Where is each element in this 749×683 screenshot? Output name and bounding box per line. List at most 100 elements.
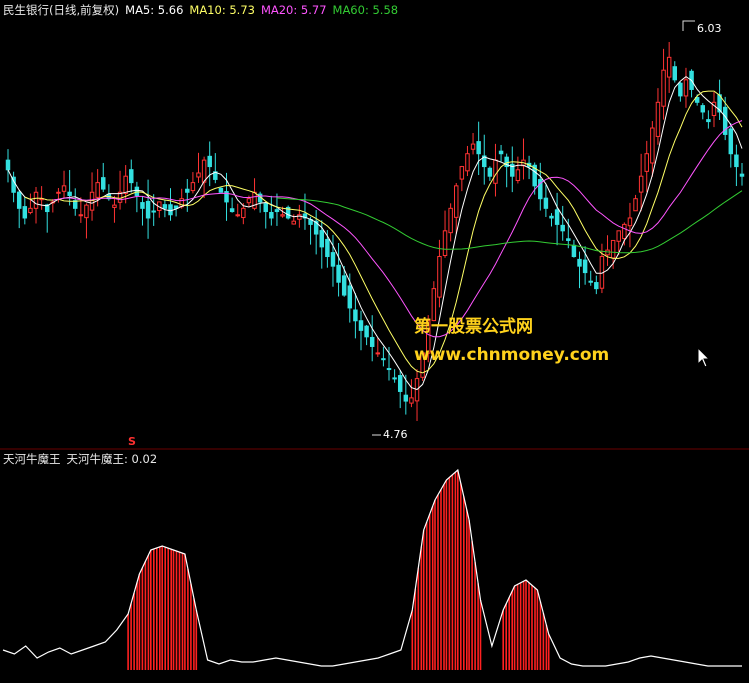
candle-body [353,309,358,322]
candle-body [33,191,39,209]
indicator-name: 天河牛魔王 [3,452,61,466]
candle-body [454,185,459,218]
candle-body [375,352,381,355]
candle-body [291,220,296,225]
candle-body [448,207,453,234]
candle-body [465,153,470,172]
indicator-panel-header: 天河牛魔王 天河牛魔王: 0.02 [3,452,163,466]
candle-body [89,191,95,211]
candle-body [588,280,593,283]
low-price-label: 4.76 [383,428,408,441]
candle-body [610,239,616,259]
candle-body [728,128,734,155]
candle-body [734,154,739,168]
candle-body [112,204,117,208]
candle-body [5,159,11,171]
ma5-label: MA5: 5.66 [125,3,184,17]
candle-body [582,259,588,274]
chart-background [0,0,749,683]
candle-body [218,187,224,193]
candle-body [241,207,246,219]
candle-body [145,200,151,219]
candle-body [459,166,465,180]
candle-body [650,127,655,164]
candle-body [683,79,689,97]
candle-body [201,159,207,183]
candle-body [95,182,100,198]
candle-body [437,256,442,298]
candle-body [140,202,145,209]
candle-body [190,182,196,192]
candle-body [381,358,386,361]
candle-body [397,375,403,392]
candle-body [700,105,706,113]
ma20-label: MA20: 5.77 [260,3,327,17]
candle-body [655,101,661,137]
candle-body [661,69,666,107]
candle-body [269,211,274,219]
candle-body [364,325,369,338]
stock-chart [0,0,749,683]
candle-body [560,224,565,232]
candle-body [577,258,582,267]
candle-body [297,214,302,220]
candle-body [207,155,212,168]
ma60-label: MA60: 5.58 [332,3,399,17]
candle-body [330,252,336,267]
candle-body [678,82,683,97]
candle-body [319,230,325,248]
candle-body [263,203,268,213]
watermark-url: www.chnmoney.com [414,345,610,365]
candle-body [498,150,504,155]
candle-body [84,204,89,219]
candle-body [56,191,61,194]
high-price-label: 6.03 [697,22,722,35]
watermark-title: 第一股票公式网 [414,317,533,337]
candle-body [280,214,285,217]
candle-body [61,185,67,192]
candle-body [403,394,409,402]
candle-body [616,230,621,242]
candle-body [185,188,190,193]
mouse-pointer-icon [697,347,711,368]
candle-body [235,214,240,217]
candle-body [123,175,128,194]
candle-body [347,285,353,309]
candle-body [666,56,672,78]
indicator-value: 天河牛魔王: 0.02 [66,452,158,466]
candle-body [487,167,493,177]
candle-body [493,159,498,184]
candle-body [644,153,649,172]
candle-body [22,206,28,219]
chart-title: 民生银行(日线,前复权) [3,3,120,17]
candle-body [386,368,392,371]
candle-body [571,244,577,258]
candle-body [274,209,280,213]
candle-body [101,177,106,190]
candle-body [442,230,448,256]
candle-body [554,209,560,225]
candle-body [622,223,627,240]
candle-body [392,377,397,380]
candle-body [325,238,330,258]
candle-body [470,143,476,150]
candle-body [168,204,173,216]
candle-body [16,191,22,209]
candle-body [627,217,633,227]
candle-body [706,119,711,123]
candle-body [246,198,252,204]
sell-signal-mark: S [128,435,136,448]
candle-body [129,169,134,184]
candle-body [341,275,347,296]
ma10-label: MA10: 5.73 [189,3,255,17]
candle-body [369,336,375,347]
candle-body [78,214,84,217]
candle-body [134,186,140,196]
candle-body [358,320,364,331]
candle-body [594,282,599,290]
candle-body [543,197,549,209]
candle-body [633,198,638,212]
candle-body [672,66,678,81]
price-panel-header: 民生银行(日线,前复权) MA5: 5.66 MA10: 5.73 MA20: 5.7… [3,3,404,17]
candle-body [566,238,571,241]
